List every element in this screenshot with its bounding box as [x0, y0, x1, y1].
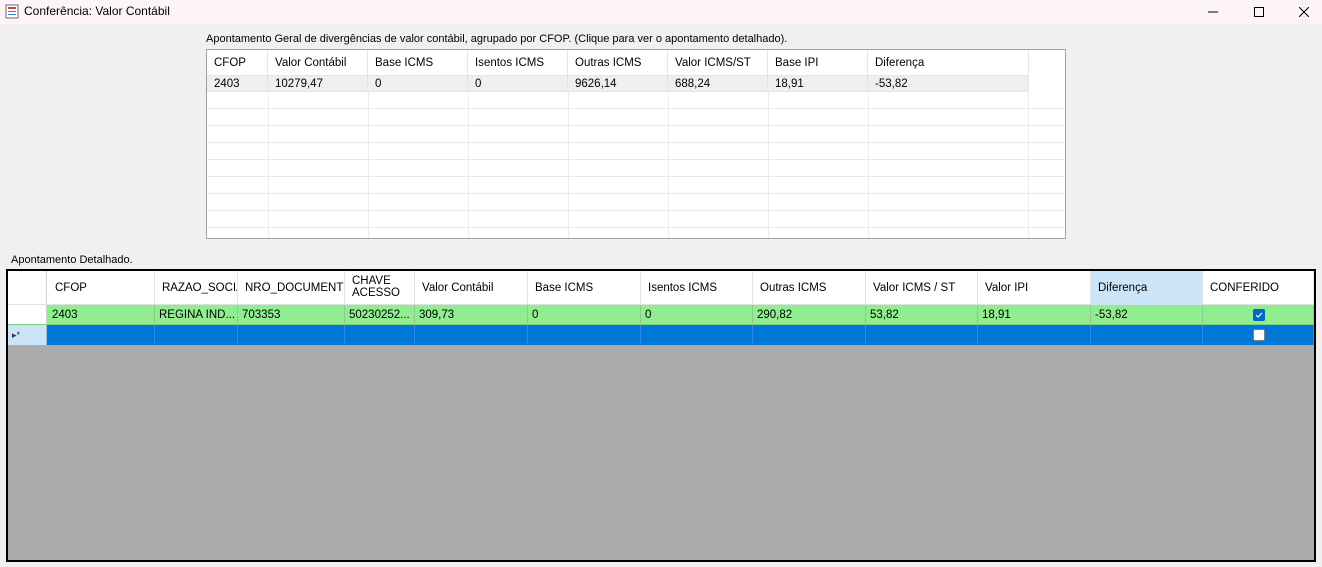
detail-cell-razao-social[interactable]: REGINA IND...	[155, 305, 238, 325]
row-header[interactable]	[8, 305, 47, 324]
grid-line	[268, 92, 269, 238]
detail-cell-cfop[interactable]: 2403	[48, 305, 155, 325]
summary-empty-row	[207, 109, 1065, 126]
new-row-cell[interactable]	[978, 325, 1091, 345]
summary-empty-row	[207, 160, 1065, 177]
detail-cell-base-icms[interactable]: 0	[528, 305, 641, 325]
summary-cell-valor-contabil[interactable]: 10279,47	[268, 76, 368, 91]
grid-line	[1028, 92, 1029, 238]
minimize-icon	[1208, 11, 1218, 13]
new-row-cell[interactable]	[48, 325, 155, 345]
close-button[interactable]	[1281, 0, 1322, 24]
summary-empty-row	[207, 92, 1065, 109]
new-row-cell[interactable]	[345, 325, 415, 345]
summary-col-base-icms[interactable]: Base ICMS	[368, 50, 468, 75]
new-row-cell[interactable]	[415, 325, 528, 345]
detail-cell-conferido[interactable]	[1203, 305, 1314, 325]
conferido-checkbox-unchecked[interactable]	[1253, 329, 1265, 341]
new-row-cell[interactable]	[155, 325, 238, 345]
maximize-button[interactable]	[1236, 0, 1282, 24]
new-row-cell[interactable]	[1091, 325, 1203, 345]
detail-cell-valor-ipi[interactable]: 18,91	[978, 305, 1091, 325]
grid-line	[368, 92, 369, 238]
new-row-marker[interactable]: ▸*	[8, 325, 47, 345]
detail-cell-outras-icms[interactable]: 290,82	[753, 305, 866, 325]
new-row-cell-conferido[interactable]	[1203, 325, 1314, 345]
new-row-cell[interactable]	[866, 325, 978, 345]
conferido-checkbox-checked[interactable]	[1253, 309, 1265, 321]
grid-line	[568, 92, 569, 238]
detail-col-outras-icms[interactable]: Outras ICMS	[753, 271, 866, 305]
summary-empty-row	[207, 194, 1065, 211]
detail-cell-valor-contabil[interactable]: 309,73	[415, 305, 528, 325]
detail-col-nro-documento[interactable]: NRO_DOCUMENTC	[238, 271, 345, 305]
detail-col-valor-contabil[interactable]: Valor Contábil	[415, 271, 528, 305]
summary-empty-row	[207, 211, 1065, 228]
summary-cell-valor-icms-st[interactable]: 688,24	[668, 76, 768, 91]
summary-col-isentos-icms[interactable]: Isentos ICMS	[468, 50, 568, 75]
detail-row[interactable]: 2403 REGINA IND... 703353 50230252... 30…	[8, 305, 1314, 325]
summary-cell-base-icms[interactable]: 0	[368, 76, 468, 91]
summary-empty-row	[207, 177, 1065, 194]
detail-new-row[interactable]: ▸*	[8, 325, 1314, 345]
close-icon	[1299, 7, 1309, 17]
row-header-corner[interactable]	[8, 271, 47, 304]
detail-cell-chave-acesso[interactable]: 50230252...	[345, 305, 415, 325]
detail-col-cfop[interactable]: CFOP	[48, 271, 155, 305]
detail-caption: Apontamento Detalhado.	[11, 254, 133, 266]
summary-cell-diferenca[interactable]: -53,82	[868, 76, 1029, 91]
window-title: Conferência: Valor Contábil	[24, 4, 170, 18]
summary-header: CFOP Valor Contábil Base ICMS Isentos IC…	[207, 50, 1029, 76]
grid-line	[768, 92, 769, 238]
summary-col-valor-icms-st[interactable]: Valor ICMS/ST	[668, 50, 768, 75]
grid-line	[668, 92, 669, 238]
maximize-icon	[1254, 7, 1264, 17]
detail-col-base-icms[interactable]: Base ICMS	[528, 271, 641, 305]
detail-cell-isentos-icms[interactable]: 0	[641, 305, 753, 325]
detail-col-chave-acesso[interactable]: CHAVE ACESSO	[345, 271, 415, 305]
detail-cell-nro-documento[interactable]: 703353	[238, 305, 345, 325]
summary-empty-row	[207, 126, 1065, 143]
summary-col-valor-contabil[interactable]: Valor Contábil	[268, 50, 368, 75]
grid-line	[468, 92, 469, 238]
title-bar: Conferência: Valor Contábil	[0, 0, 1322, 24]
detail-col-diferenca[interactable]: Diferença	[1091, 271, 1203, 305]
summary-cell-base-ipi[interactable]: 18,91	[768, 76, 868, 91]
summary-col-diferenca[interactable]: Diferença	[868, 50, 1029, 75]
summary-grid[interactable]: CFOP Valor Contábil Base ICMS Isentos IC…	[206, 49, 1066, 239]
minimize-button[interactable]	[1190, 0, 1236, 24]
detail-header: CFOP RAZAO_SOCIA NRO_DOCUMENTC CHAVE ACE…	[8, 271, 1314, 305]
detail-grid[interactable]: CFOP RAZAO_SOCIA NRO_DOCUMENTC CHAVE ACE…	[6, 269, 1316, 562]
detail-col-valor-ipi[interactable]: Valor IPI	[978, 271, 1091, 305]
summary-row[interactable]: 2403 10279,47 0 0 9626,14 688,24 18,91 -…	[207, 76, 1029, 92]
summary-col-base-ipi[interactable]: Base IPI	[768, 50, 868, 75]
detail-col-razao-social[interactable]: RAZAO_SOCIA	[155, 271, 238, 305]
detail-cell-diferenca[interactable]: -53,82	[1091, 305, 1203, 325]
detail-col-valor-icms-st[interactable]: Valor ICMS / ST	[866, 271, 978, 305]
new-row-cell[interactable]	[238, 325, 345, 345]
summary-col-cfop[interactable]: CFOP	[207, 50, 268, 75]
summary-col-outras-icms[interactable]: Outras ICMS	[568, 50, 668, 75]
detail-col-isentos-icms[interactable]: Isentos ICMS	[641, 271, 753, 305]
detail-col-conferido[interactable]: CONFERIDO	[1203, 271, 1314, 305]
grid-line	[868, 92, 869, 238]
app-window: Conferência: Valor Contábil Apontamento …	[0, 0, 1322, 567]
summary-cell-isentos-icms[interactable]: 0	[468, 76, 568, 91]
detail-cell-valor-icms-st[interactable]: 53,82	[866, 305, 978, 325]
new-row-cell[interactable]	[528, 325, 641, 345]
summary-caption: Apontamento Geral de divergências de val…	[206, 33, 788, 45]
app-icon	[5, 4, 19, 19]
new-row-cell[interactable]	[753, 325, 866, 345]
new-row-cell[interactable]	[641, 325, 753, 345]
summary-cell-outras-icms[interactable]: 9626,14	[568, 76, 668, 91]
summary-cell-cfop[interactable]: 2403	[207, 76, 268, 91]
summary-empty-row	[207, 143, 1065, 160]
